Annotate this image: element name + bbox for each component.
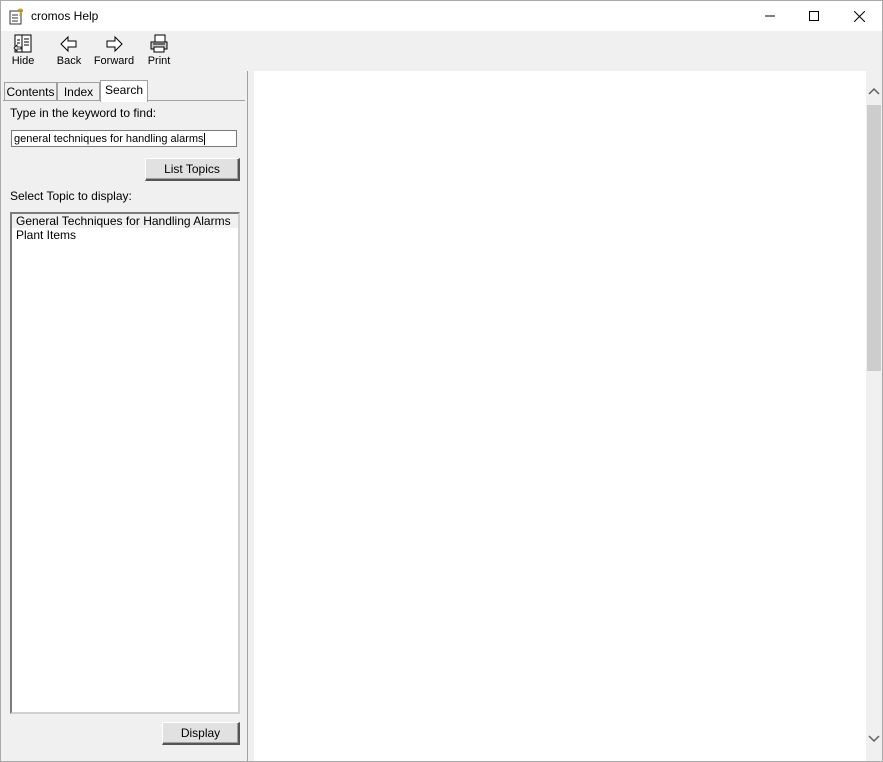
hide-icon: [13, 34, 32, 53]
minimize-button[interactable]: [747, 1, 793, 31]
svg-text:?: ?: [17, 7, 24, 19]
keyword-input-value: general techniques for handling alarms: [14, 133, 204, 145]
hide-button[interactable]: Hide: [1, 34, 45, 70]
scrollbar-thumb[interactable]: [867, 105, 881, 371]
window-title: cromos Help: [31, 9, 99, 23]
forward-button[interactable]: Forward: [92, 34, 136, 70]
select-topic-label: Select Topic to display:: [10, 189, 132, 203]
back-label: Back: [56, 55, 82, 67]
keyword-input[interactable]: general techniques for handling alarms: [11, 130, 237, 147]
keyword-prompt-label: Type in the keyword to find:: [10, 106, 157, 120]
navigation-pane: Contents Index Search Type in the keywor…: [1, 71, 248, 761]
topic-content-area: [254, 71, 866, 761]
print-label: Print: [147, 55, 171, 67]
list-item[interactable]: General Techniques for Handling Alarms: [12, 214, 238, 228]
vertical-scrollbar[interactable]: [866, 71, 882, 761]
forward-label: Forward: [93, 55, 135, 67]
search-panel: Type in the keyword to find: general tec…: [3, 100, 245, 761]
close-button[interactable]: [836, 1, 882, 31]
help-window: ? cromos Help Hide Back Forward Print Co…: [0, 0, 883, 762]
printer-icon: [150, 34, 168, 53]
maximize-button[interactable]: [791, 1, 837, 31]
display-button[interactable]: Display: [162, 722, 240, 745]
hide-label: Hide: [11, 55, 35, 67]
title-bar: ? cromos Help: [1, 1, 882, 31]
list-item[interactable]: Plant Items: [12, 228, 238, 242]
list-topics-button[interactable]: List Topics: [145, 158, 240, 181]
tab-index[interactable]: Index: [57, 82, 100, 102]
tab-contents[interactable]: Contents: [4, 82, 57, 102]
forward-arrow-icon: [106, 35, 123, 53]
tab-search[interactable]: Search: [100, 80, 148, 102]
topics-listbox[interactable]: General Techniques for Handling Alarms P…: [10, 212, 240, 714]
back-arrow-icon: [60, 35, 77, 53]
scroll-down-arrow-icon[interactable]: [866, 733, 882, 749]
back-button[interactable]: Back: [47, 34, 91, 70]
text-caret: [203, 133, 205, 146]
help-app-icon: ?: [9, 7, 25, 25]
toolbar: Hide Back Forward Print: [1, 31, 882, 71]
print-button[interactable]: Print: [137, 34, 181, 70]
scroll-up-arrow-icon[interactable]: [866, 85, 882, 101]
